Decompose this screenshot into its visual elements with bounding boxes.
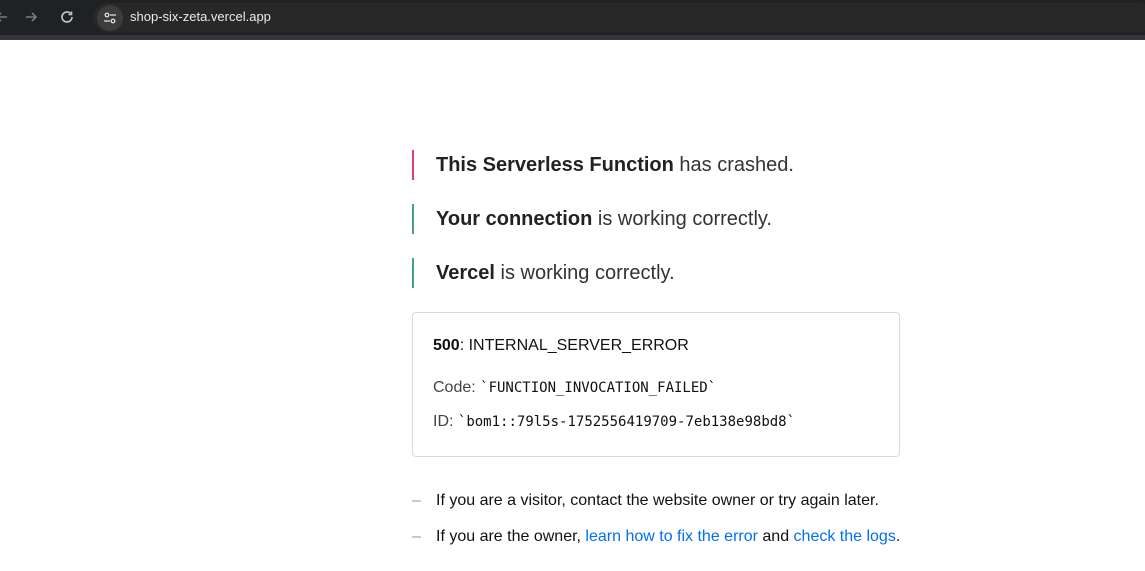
error-id-row: ID: `bom1::79l5s-1752556419709-7eb138e98… bbox=[433, 413, 795, 431]
status-subject: Your connection bbox=[436, 208, 593, 230]
error-id-label: ID: bbox=[433, 413, 458, 430]
reload-button[interactable] bbox=[55, 5, 79, 29]
error-id-value: `bom1::79l5s-1752556419709-7eb138e98bd8` bbox=[457, 414, 796, 430]
url-text[interactable]: shop-six-zeta.vercel.app bbox=[130, 9, 271, 24]
check-logs-link[interactable]: check the logs bbox=[794, 528, 896, 545]
error-code-label: Code: bbox=[433, 379, 481, 396]
tune-icon bbox=[104, 12, 116, 24]
help-visitor-text: If you are a visitor, contact the websit… bbox=[436, 492, 879, 509]
reload-icon bbox=[61, 11, 73, 23]
address-bar[interactable]: shop-six-zeta.vercel.app bbox=[93, 3, 1145, 32]
forward-button[interactable] bbox=[19, 5, 43, 29]
help-owner-prefix: If you are the owner, bbox=[436, 528, 586, 545]
status-subject: Vercel bbox=[436, 262, 495, 284]
learn-fix-error-link[interactable]: learn how to fix the error bbox=[585, 528, 758, 545]
arrow-left-icon bbox=[0, 12, 7, 22]
error-status-code: 500 bbox=[433, 337, 460, 354]
dash-bullet: – bbox=[412, 528, 421, 545]
status-function-crashed: This Serverless Function has crashed. bbox=[412, 150, 794, 180]
status-text: has crashed. bbox=[673, 154, 794, 176]
error-code-row: Code: `FUNCTION_INVOCATION_FAILED` bbox=[433, 379, 716, 397]
help-owner-suffix: . bbox=[895, 528, 901, 545]
error-title: 500: INTERNAL_SERVER_ERROR bbox=[433, 337, 689, 355]
error-details-box: 500: INTERNAL_SERVER_ERROR Code: `FUNCTI… bbox=[412, 312, 900, 457]
status-subject: This Serverless Function bbox=[436, 154, 674, 176]
help-owner-middle: and bbox=[757, 528, 794, 545]
back-button[interactable] bbox=[0, 5, 14, 29]
help-visitor: – If you are a visitor, contact the websi… bbox=[412, 492, 879, 510]
help-owner: – If you are the owner, learn how to fix … bbox=[412, 528, 900, 546]
status-text: is working correctly. bbox=[494, 262, 675, 284]
site-info-button[interactable] bbox=[97, 5, 123, 31]
error-status-text: : INTERNAL_SERVER_ERROR bbox=[459, 337, 689, 354]
dash-bullet: – bbox=[412, 492, 421, 509]
status-connection-ok: Your connection is working correctly. bbox=[412, 204, 772, 234]
status-vercel-ok: Vercel is working correctly. bbox=[412, 258, 675, 288]
arrow-right-icon bbox=[26, 12, 38, 22]
error-code-value: `FUNCTION_INVOCATION_FAILED` bbox=[480, 380, 717, 396]
browser-toolbar: shop-six-zeta.vercel.app bbox=[0, 0, 1145, 40]
status-text: is working correctly. bbox=[592, 208, 772, 230]
